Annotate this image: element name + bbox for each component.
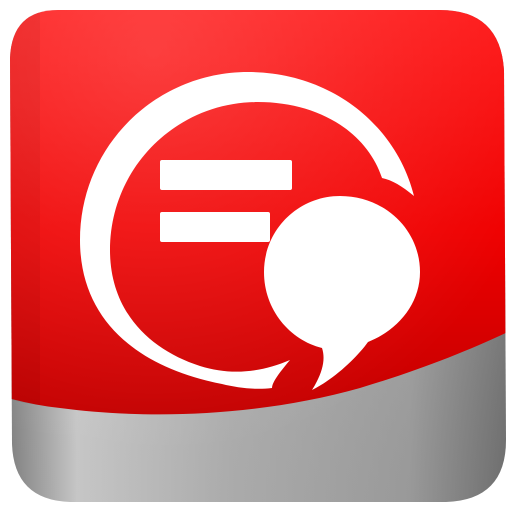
app-icon[interactable] [0, 0, 512, 512]
message-line-bottom [160, 212, 270, 242]
app-icon-graphic [10, 10, 506, 502]
message-line-top [160, 160, 292, 190]
